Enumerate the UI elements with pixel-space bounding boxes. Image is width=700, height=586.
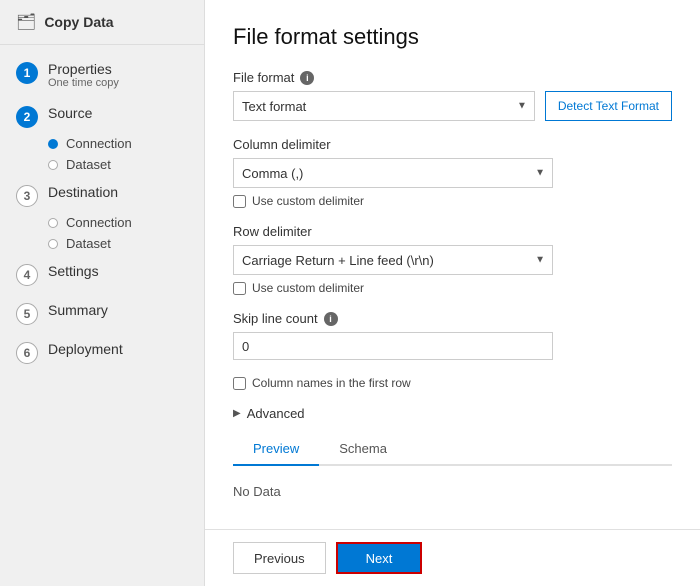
advanced-toggle[interactable]: ▶ Advanced [233,406,672,421]
column-custom-delimiter-label: Use custom delimiter [252,194,364,208]
step-label-deployment: Deployment [48,341,123,357]
skip-line-count-info-icon: i [324,312,338,326]
page-title: File format settings [233,24,672,50]
destination-subitem-dataset[interactable]: Dataset [48,236,204,251]
dataset-dot [48,160,58,170]
step-number-5: 5 [16,303,38,325]
detect-text-format-button[interactable]: Detect Text Format [545,91,672,121]
skip-line-count-label: Skip line count i [233,311,672,326]
step-label-settings: Settings [48,263,99,279]
step-number-6: 6 [16,342,38,364]
column-custom-delimiter-checkbox[interactable] [233,195,246,208]
file-format-section: File format i Text format ▼ Detect Text … [233,70,672,121]
previous-button[interactable]: Previous [233,542,326,574]
step-label-group-1: Properties One time copy [48,61,119,89]
sidebar-item-source[interactable]: 2 Source [0,97,204,136]
tab-preview[interactable]: Preview [233,433,319,466]
next-button[interactable]: Next [336,542,423,574]
app-title: Copy Data [44,14,113,30]
main-inner: File format settings File format i Text … [205,0,700,529]
connection-dot [48,139,58,149]
column-delimiter-select-wrapper: Comma (,) ▼ [233,158,553,188]
row-delimiter-section: Row delimiter Carriage Return + Line fee… [233,224,672,295]
step-label-destination: Destination [48,184,118,200]
main-content: File format settings File format i Text … [205,0,700,586]
sidebar: 🗂 Copy Data 1 Properties One time copy 2… [0,0,205,586]
first-row-checkbox[interactable] [233,377,246,390]
footer: Previous Next [205,529,700,586]
dest-dataset-label: Dataset [66,236,111,251]
first-row-label: Column names in the first row [252,376,411,390]
sidebar-item-deployment[interactable]: 6 Deployment [0,333,204,372]
file-format-select[interactable]: Text format [233,91,535,121]
file-format-label: File format i [233,70,672,85]
skip-line-count-input[interactable] [233,332,553,360]
source-subitem-connection[interactable]: Connection [48,136,204,151]
tab-schema[interactable]: Schema [319,433,407,466]
skip-line-count-section: Skip line count i [233,311,672,360]
dest-dataset-dot [48,239,58,249]
step-number-1: 1 [16,62,38,84]
row-delimiter-label: Row delimiter [233,224,672,239]
tabs-container: Preview Schema [233,433,672,466]
row-custom-delimiter-label: Use custom delimiter [252,281,364,295]
first-row-checkbox-row: Column names in the first row [233,376,672,390]
step-label-group-2: Source [48,105,92,121]
connection-label: Connection [66,136,132,151]
row-delimiter-select-wrapper: Carriage Return + Line feed (\r\n) ▼ [233,245,553,275]
step-number-2: 2 [16,106,38,128]
sidebar-item-settings[interactable]: 4 Settings [0,255,204,294]
dest-connection-dot [48,218,58,228]
column-delimiter-select[interactable]: Comma (,) [233,158,553,188]
copy-data-icon: 🗂 [16,12,36,32]
file-format-row: Text format ▼ Detect Text Format [233,91,672,121]
sidebar-header: 🗂 Copy Data [0,0,204,45]
file-format-info-icon: i [300,71,314,85]
step-label-group-3: Destination [48,184,118,200]
destination-subitems: Connection Dataset [0,215,204,251]
row-delimiter-select[interactable]: Carriage Return + Line feed (\r\n) [233,245,553,275]
step-label-properties: Properties [48,61,119,77]
advanced-triangle-icon: ▶ [233,408,241,419]
dataset-label: Dataset [66,157,111,172]
column-delimiter-label: Column delimiter [233,137,672,152]
destination-subitem-connection[interactable]: Connection [48,215,204,230]
step-label-summary: Summary [48,302,108,318]
step-sublabel-properties: One time copy [48,77,119,89]
row-custom-delimiter-checkbox[interactable] [233,282,246,295]
sidebar-item-summary[interactable]: 5 Summary [0,294,204,333]
sidebar-item-properties[interactable]: 1 Properties One time copy [0,53,204,97]
file-format-select-wrapper: Text format ▼ [233,91,535,121]
advanced-label: Advanced [247,406,305,421]
row-custom-delimiter-row: Use custom delimiter [233,281,672,295]
no-data-text: No Data [233,476,672,507]
column-delimiter-section: Column delimiter Comma (,) ▼ Use custom … [233,137,672,208]
sidebar-item-destination[interactable]: 3 Destination [0,176,204,215]
step-number-3: 3 [16,185,38,207]
sidebar-nav: 1 Properties One time copy 2 Source Conn… [0,45,204,380]
source-subitems: Connection Dataset [0,136,204,172]
dest-connection-label: Connection [66,215,132,230]
step-number-4: 4 [16,264,38,286]
column-custom-delimiter-row: Use custom delimiter [233,194,672,208]
step-label-source: Source [48,105,92,121]
source-subitem-dataset[interactable]: Dataset [48,157,204,172]
